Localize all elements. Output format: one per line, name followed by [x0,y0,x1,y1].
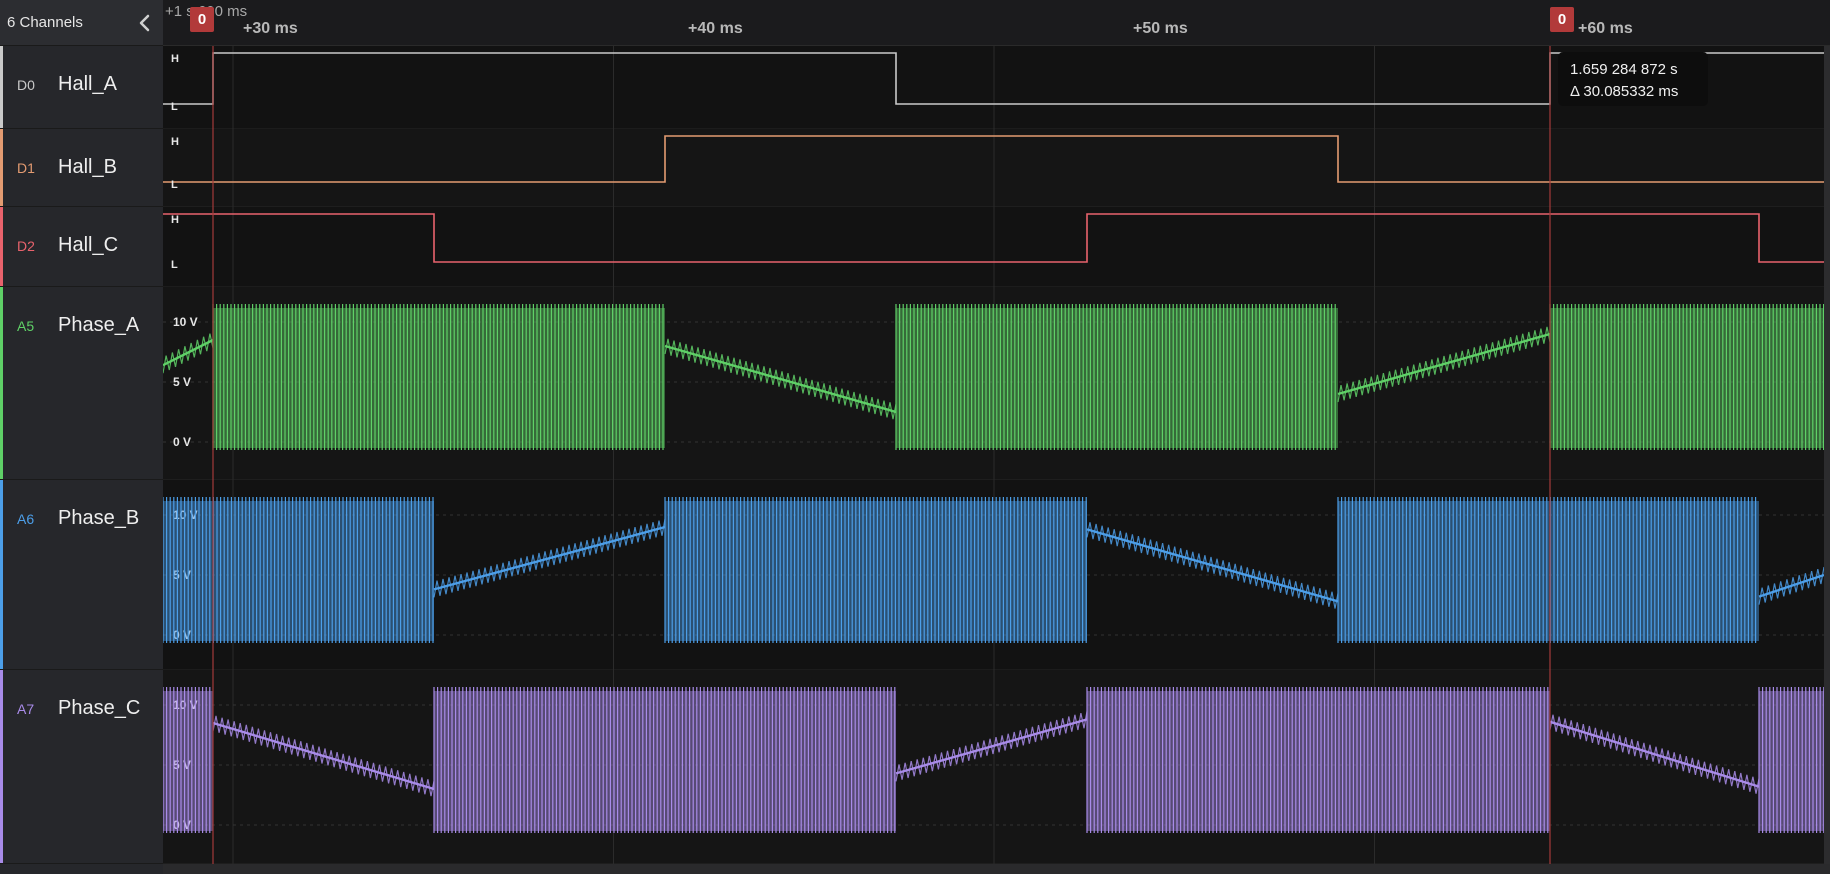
pwm-fill [665,501,1087,641]
time-tick-label: +60 ms [1578,20,1633,37]
channel-color-strip [0,46,3,128]
channel-color-strip [0,207,3,286]
chevron-left-icon [139,14,150,32]
level-low-label: L [171,101,178,113]
channel-color-strip [0,287,3,479]
channel-color-strip [0,480,3,669]
horizontal-scrollbar[interactable] [163,864,1830,874]
pwm-fill [1338,501,1759,641]
channel-id: A7 [17,701,35,717]
level-low-label: L [171,259,178,271]
channel-count-title: 6 Channels [7,14,83,31]
pwm-fill [896,308,1338,448]
voltage-level-label: 10 V [173,315,198,329]
channel-color-strip [0,129,3,206]
channel-sidebar: 6 Channels D0 Hall_A D1 Hall_B D2 Hall_C… [0,0,163,874]
channel-id: D0 [17,77,35,93]
pwm-fill [213,308,665,448]
channel-row-hall-c[interactable]: D2 Hall_C [0,207,163,287]
channel-name: Hall_B [58,156,117,178]
level-high-label: H [171,53,179,65]
lane-background [163,670,1830,864]
channel-id: A5 [17,318,35,334]
marker-measurement-tooltip: 1.659 284 872 s Δ 30.085332 ms [1558,52,1708,106]
timing-marker-flag[interactable]: 0 [190,7,214,32]
channel-id: D1 [17,160,35,176]
channel-name: Phase_B [58,507,140,529]
time-ruler[interactable]: +1 s 600 ms +30 ms +40 ms +50 ms +60 ms … [163,0,1830,46]
channel-id: A6 [17,511,35,527]
timing-marker-flag[interactable]: 0 [1550,7,1574,32]
channel-name: Hall_A [58,73,117,95]
lane-background [163,207,1830,287]
voltage-level-label: 5 V [173,375,191,389]
sidebar-header: 6 Channels [0,0,163,46]
waveform-view[interactable]: +1 s 600 ms +30 ms +40 ms +50 ms +60 ms … [163,0,1830,874]
marker-time-value: 1.659 284 872 s [1570,61,1678,78]
time-tick-label: +50 ms [1133,20,1188,37]
level-high-label: H [171,214,179,226]
channel-id: D2 [17,238,35,254]
level-low-label: L [171,179,178,191]
time-tick-label: +30 ms [243,20,298,37]
marker-delta-value: Δ 30.085332 ms [1570,83,1679,100]
time-tick-label: +40 ms [688,20,743,37]
waveform-plot[interactable]: HLHLHL10 V5 V0 V10 V5 V0 V10 V5 V0 V [163,46,1830,864]
channel-color-strip [0,670,3,863]
collapse-sidebar-button[interactable] [133,10,157,36]
level-high-label: H [171,136,179,148]
channel-row-phase-c[interactable]: A7 Phase_C [0,670,163,864]
channel-row-phase-b[interactable]: A6 Phase_B [0,480,163,670]
channel-row-hall-a[interactable]: D0 Hall_A [0,46,163,129]
lane-background [163,129,1830,207]
channel-row-hall-b[interactable]: D1 Hall_B [0,129,163,207]
vertical-scrollbar[interactable] [1824,46,1830,864]
voltage-level-label: 0 V [173,435,191,449]
pwm-trace [212,304,1825,450]
channel-name: Phase_A [58,314,140,336]
channel-row-phase-a[interactable]: A5 Phase_A [0,287,163,480]
channel-name: Hall_C [58,234,119,256]
channel-name: Phase_C [58,697,141,719]
pwm-fill [1087,691,1550,831]
